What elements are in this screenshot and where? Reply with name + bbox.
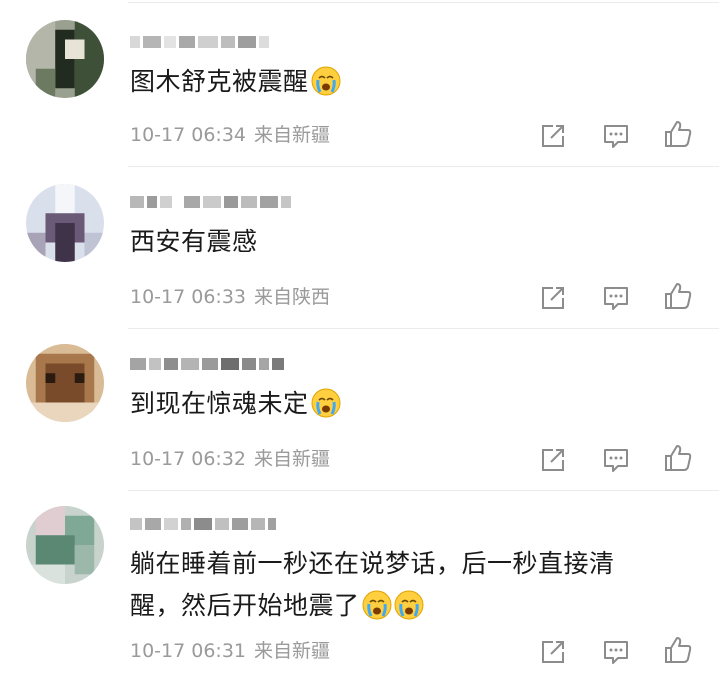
avatar[interactable] bbox=[26, 344, 104, 422]
location: 来自新疆 bbox=[254, 640, 331, 662]
avatar[interactable] bbox=[26, 506, 104, 584]
comment-bubble-icon bbox=[604, 125, 628, 148]
repost-button[interactable] bbox=[537, 636, 569, 668]
share-arrow-icon bbox=[542, 641, 564, 663]
avatar[interactable] bbox=[26, 20, 104, 98]
like-button[interactable] bbox=[662, 280, 694, 312]
comment-bubble-icon bbox=[604, 641, 628, 664]
username-masked[interactable] bbox=[130, 352, 284, 376]
share-arrow-icon bbox=[542, 287, 564, 309]
thumbs-up-icon bbox=[665, 283, 692, 309]
avatar-image bbox=[26, 506, 104, 584]
divider bbox=[128, 166, 719, 167]
location: 来自新疆 bbox=[254, 448, 331, 470]
like-button[interactable] bbox=[662, 118, 694, 150]
comment-text-line-1: 躺在睡着前一秒还在说梦话，后一秒直接清 bbox=[130, 549, 615, 578]
comment-button[interactable] bbox=[600, 282, 632, 314]
timestamp: 10-17 06:31 bbox=[130, 640, 247, 662]
comment-meta: 10-17 06:32 来自新疆 bbox=[130, 445, 330, 473]
crying-face-icon bbox=[311, 388, 341, 430]
avatar-image bbox=[26, 184, 104, 262]
like-button[interactable] bbox=[662, 442, 694, 474]
username-masked[interactable] bbox=[130, 30, 269, 54]
thumbs-up-icon bbox=[665, 445, 692, 471]
comment-text-line-2: 醒，然后开始地震了 bbox=[130, 586, 424, 632]
comment-bubble-icon bbox=[604, 287, 628, 310]
location: 来自陕西 bbox=[254, 286, 331, 308]
repost-button[interactable] bbox=[537, 120, 569, 152]
comment-meta: 10-17 06:33 来自陕西 bbox=[130, 283, 330, 311]
comment-item: 西安有震感 10-17 06:33 来自陕西 bbox=[0, 166, 719, 328]
repost-button[interactable] bbox=[537, 282, 569, 314]
crying-face-icon bbox=[394, 590, 424, 632]
comment-button[interactable] bbox=[600, 636, 632, 668]
share-arrow-icon bbox=[542, 449, 564, 471]
divider bbox=[128, 328, 719, 329]
crying-face-icon bbox=[362, 590, 392, 632]
comment-meta: 10-17 06:34 来自新疆 bbox=[130, 121, 330, 149]
location: 来自新疆 bbox=[254, 124, 331, 146]
thumbs-up-icon bbox=[665, 637, 692, 663]
avatar[interactable] bbox=[26, 184, 104, 262]
comment-button[interactable] bbox=[600, 444, 632, 476]
like-button[interactable] bbox=[662, 634, 694, 666]
timestamp: 10-17 06:33 bbox=[130, 286, 247, 308]
divider bbox=[128, 490, 719, 491]
timestamp: 10-17 06:32 bbox=[130, 448, 247, 470]
comment-text: 图木舒克被震醒 bbox=[130, 62, 341, 108]
comment-text: 西安有震感 bbox=[130, 227, 258, 256]
comment-item: 到现在惊魂未定 10-17 06:32 来自新疆 bbox=[0, 328, 719, 490]
comment-meta: 10-17 06:31 来自新疆 bbox=[130, 637, 330, 665]
comment-item: 图木舒克被震醒 10-17 06:34 来自新疆 bbox=[0, 0, 719, 166]
comment-button[interactable] bbox=[600, 120, 632, 152]
repost-button[interactable] bbox=[537, 444, 569, 476]
comment-text: 到现在惊魂未定 bbox=[130, 384, 341, 430]
username-masked[interactable] bbox=[130, 512, 276, 536]
username-masked[interactable] bbox=[130, 190, 291, 214]
top-divider bbox=[128, 2, 719, 3]
thumbs-up-icon bbox=[665, 121, 692, 147]
share-arrow-icon bbox=[542, 125, 564, 147]
comment-bubble-icon bbox=[604, 449, 628, 472]
comment-item: 躺在睡着前一秒还在说梦话，后一秒直接清 醒，然后开始地震了 10-17 06:3… bbox=[0, 490, 719, 682]
avatar-image bbox=[26, 20, 104, 98]
avatar-image bbox=[26, 344, 104, 422]
timestamp: 10-17 06:34 bbox=[130, 124, 247, 146]
crying-face-icon bbox=[311, 66, 341, 108]
